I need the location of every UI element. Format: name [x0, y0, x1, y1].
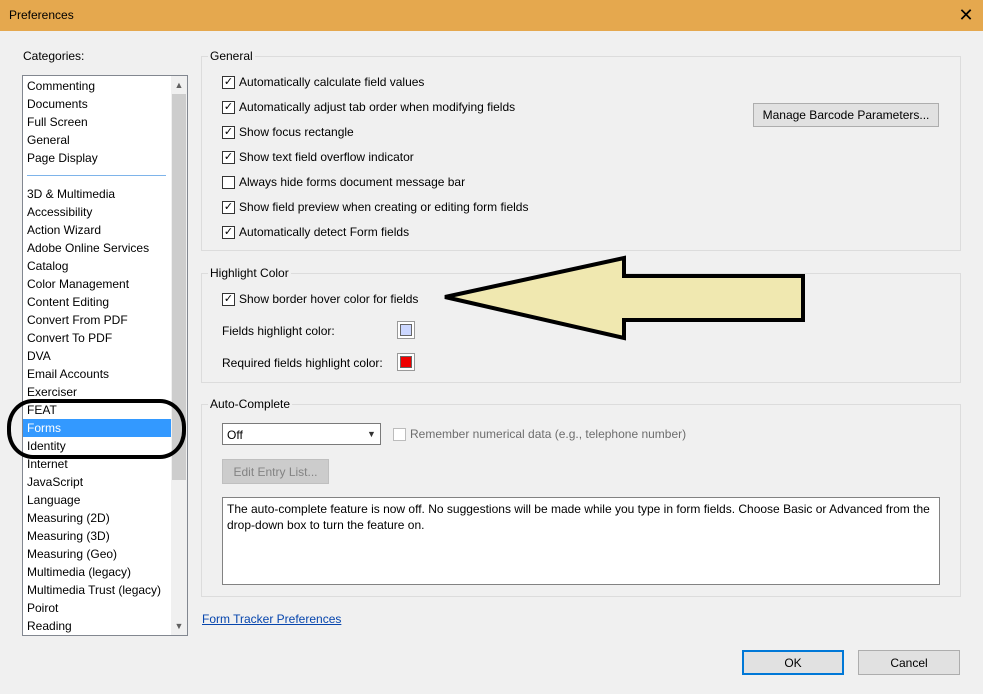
annotation-arrow-shape	[444, 255, 805, 341]
annotation-arrow	[444, 255, 805, 341]
